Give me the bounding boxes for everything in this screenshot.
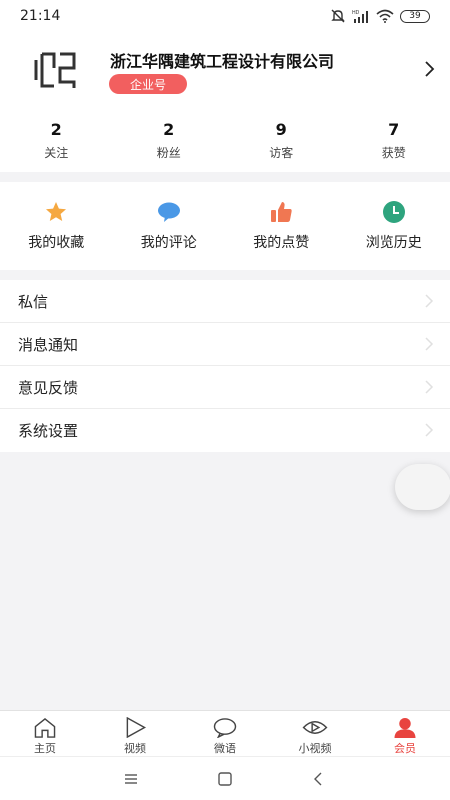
stat-likes[interactable]: 7 获赞 xyxy=(338,120,450,161)
tab-label: 小视频 xyxy=(298,742,332,755)
svg-text:HD: HD xyxy=(352,10,360,16)
menu-icon[interactable] xyxy=(123,772,139,786)
comment-icon xyxy=(157,202,180,222)
chevron-right-icon[interactable] xyxy=(422,60,436,78)
person-icon xyxy=(394,717,416,738)
play-icon xyxy=(126,717,147,738)
system-nav-bar xyxy=(0,756,450,800)
enterprise-badge: 企业号 xyxy=(109,74,187,94)
wifi-icon xyxy=(376,9,394,23)
menu-item-label: 系统设置 xyxy=(18,422,79,440)
company-logo xyxy=(34,52,76,88)
tab-label: 视频 xyxy=(124,742,146,755)
menu-item-settings[interactable]: 系统设置 xyxy=(0,409,450,452)
status-bar: 21:14 HD 39 xyxy=(0,0,450,32)
stat-fans[interactable]: 2 粉丝 xyxy=(113,120,226,161)
chevron-right-icon xyxy=(425,294,434,308)
quick-item-comments[interactable]: 我的评论 xyxy=(113,182,226,270)
battery-icon: 39 xyxy=(400,9,430,23)
chevron-right-icon xyxy=(425,423,434,437)
floating-assistive-button[interactable] xyxy=(395,464,450,510)
menu-item-label: 私信 xyxy=(18,292,49,311)
stat-label: 获赞 xyxy=(381,146,406,160)
stat-following[interactable]: 2 关注 xyxy=(0,120,113,161)
stat-label: 粉丝 xyxy=(156,146,181,160)
quick-item-favorites[interactable]: 我的收藏 xyxy=(0,182,113,270)
menu-item-notifications[interactable]: 消息通知 xyxy=(0,323,450,366)
settings-menu: 私信 消息通知 意见反馈 系统设置 xyxy=(0,280,450,452)
quick-item-label: 浏览历史 xyxy=(365,235,422,251)
tab-home[interactable]: 主页 xyxy=(0,711,90,756)
chevron-right-icon xyxy=(425,337,434,351)
quick-item-label: 我的点赞 xyxy=(253,235,310,251)
menu-item-messages[interactable]: 私信 xyxy=(0,280,450,323)
thumbs-up-icon xyxy=(271,202,292,222)
eye-play-icon xyxy=(302,721,328,734)
quick-actions: 我的收藏 我的评论 我的点赞 浏览历史 xyxy=(0,182,450,270)
home-icon xyxy=(34,717,56,738)
company-name: 浙江华隅建筑工程设计有限公司 xyxy=(110,52,335,71)
quick-item-likes[interactable]: 我的点赞 xyxy=(225,182,338,270)
tab-short-video[interactable]: 小视频 xyxy=(270,711,360,756)
back-icon[interactable] xyxy=(311,772,327,786)
bottom-tab-bar: 主页 视频 微语 小视频 会员 xyxy=(0,710,450,756)
chevron-right-icon xyxy=(425,380,434,394)
tab-microtalk[interactable]: 微语 xyxy=(180,711,270,756)
signal-icon: HD xyxy=(352,10,368,23)
mute-icon xyxy=(331,9,345,23)
tab-label: 会员 xyxy=(394,742,416,755)
clock-icon xyxy=(382,201,405,223)
status-icons: HD 39 xyxy=(330,9,430,23)
menu-item-feedback[interactable]: 意见反馈 xyxy=(0,366,450,409)
menu-item-label: 消息通知 xyxy=(18,335,79,354)
menu-item-label: 意见反馈 xyxy=(18,378,79,397)
quick-item-history[interactable]: 浏览历史 xyxy=(338,182,450,270)
quick-item-label: 我的收藏 xyxy=(28,235,85,251)
stat-visitors[interactable]: 9 访客 xyxy=(225,120,338,161)
tab-member[interactable]: 会员 xyxy=(360,711,450,756)
home-square-icon[interactable] xyxy=(217,771,233,786)
profile-header[interactable]: 浙江华隅建筑工程设计有限公司 企业号 2 关注 2 粉丝 9 访客 7 获赞 xyxy=(0,32,450,172)
stats-row: 2 关注 2 粉丝 9 访客 7 获赞 xyxy=(0,120,450,161)
tab-label: 主页 xyxy=(34,742,56,755)
tab-video[interactable]: 视频 xyxy=(90,711,180,756)
stat-label: 关注 xyxy=(44,146,69,160)
stat-label: 访客 xyxy=(269,146,294,160)
tab-label: 微语 xyxy=(214,742,236,755)
stat-value: 7 xyxy=(388,120,400,139)
chat-bubble-icon xyxy=(213,718,237,738)
status-time: 21:14 xyxy=(20,8,61,24)
quick-item-label: 我的评论 xyxy=(140,235,197,251)
stat-value: 2 xyxy=(163,120,175,139)
star-icon xyxy=(46,202,67,221)
stat-value: 2 xyxy=(50,120,62,139)
stat-value: 9 xyxy=(275,120,287,139)
